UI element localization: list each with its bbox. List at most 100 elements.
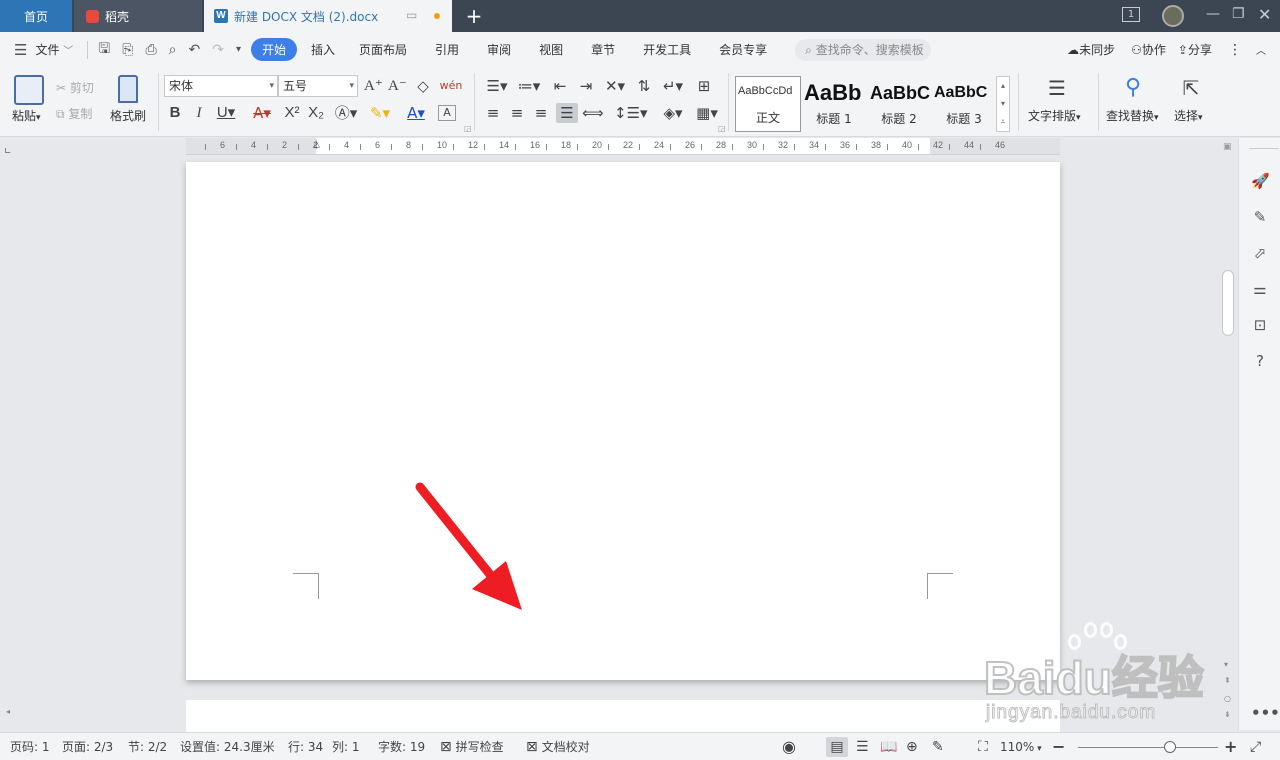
tab-home[interactable]: 首页 (0, 0, 72, 32)
redo-icon[interactable]: ↷ (206, 42, 230, 58)
ruler-toggle-icon[interactable]: ▣ (1223, 142, 1232, 152)
collapse-ribbon-icon[interactable]: ︿ (1256, 42, 1280, 57)
text-effect-icon[interactable]: Ⓐ▾ (334, 103, 358, 123)
chinese-layout-icon[interactable]: ✕▾ (602, 76, 628, 96)
more-vertical-icon[interactable]: ⋮ (1218, 42, 1256, 58)
fullscreen-icon[interactable]: ⤢ (1250, 733, 1261, 760)
undo-icon[interactable]: ↶ (182, 42, 206, 58)
restore-icon[interactable]: ❐ (1232, 6, 1245, 22)
outline-view-icon[interactable]: ☰ (856, 733, 869, 760)
eraser-icon[interactable]: ◇ (414, 76, 432, 96)
document-page[interactable] (186, 162, 1060, 680)
cut-button[interactable]: ✂ 剪切 (56, 79, 94, 96)
format-painter-button[interactable]: 格式刷 (110, 107, 146, 124)
italic-icon[interactable]: I (190, 103, 208, 123)
numbered-list-icon[interactable]: ≔▾ (516, 76, 542, 96)
output-icon[interactable]: ⎘ (116, 42, 139, 58)
phonetic-guide-icon[interactable]: wén (438, 76, 464, 96)
show-marks-icon[interactable]: ↵▾ (660, 76, 686, 96)
new-tab-button[interactable]: + (464, 3, 484, 29)
decrease-indent-icon[interactable]: ⇤ (550, 76, 570, 96)
shrink-font-icon[interactable]: A⁻ (388, 76, 407, 96)
indent-marker-icon[interactable]: ⏃ (312, 138, 321, 151)
highlight-icon[interactable]: ✎▾ (368, 103, 392, 123)
align-left-icon[interactable]: ≡ (484, 103, 502, 123)
tab-document[interactable]: W 新建 DOCX 文档 (2).docx ▭ (204, 0, 452, 32)
write-mode-icon[interactable]: ✎ (932, 733, 944, 760)
command-search-input[interactable]: ⌕ 查找命令、搜索模板 (795, 38, 932, 61)
bullet-list-icon[interactable]: ☰▾ (484, 76, 510, 96)
cursor-icon[interactable]: ⬀ (1251, 244, 1269, 262)
align-center-icon[interactable]: ≡ (508, 103, 526, 123)
table-icon[interactable]: ⊞ (694, 76, 714, 96)
scrollbar-thumb[interactable] (1222, 270, 1234, 336)
tab-insert[interactable]: 插入 (301, 41, 345, 58)
rocket-icon[interactable]: 🚀 (1251, 172, 1270, 190)
strikethrough-icon[interactable]: A▾ (250, 103, 274, 123)
more-horizontal-icon[interactable]: ••• (1251, 704, 1280, 722)
help-icon[interactable]: ? (1251, 352, 1269, 370)
next-page-icon[interactable]: ⇟ (1224, 710, 1231, 719)
sync-button[interactable]: ☁未同步 (1057, 41, 1125, 58)
bold-icon[interactable]: B (166, 103, 184, 123)
zoom-slider-knob[interactable] (1164, 741, 1177, 753)
section-count[interactable]: 节: 2/2 (128, 733, 167, 760)
print-preview-icon[interactable]: ⌕ (163, 42, 183, 58)
zoom-slider-track[interactable] (1078, 747, 1218, 748)
font-size-select[interactable]: 五号 ▾ (278, 75, 358, 97)
tab-view[interactable]: 视图 (525, 41, 577, 58)
borders-icon[interactable]: ▦▾ (694, 103, 720, 123)
pen-icon[interactable]: ✎ (1251, 208, 1269, 226)
zoom-in-button[interactable]: + (1224, 733, 1237, 760)
prev-page-icon[interactable]: ⇞ (1224, 676, 1231, 685)
grow-font-icon[interactable]: A⁺ (364, 76, 383, 96)
tab-developer[interactable]: 开发工具 (629, 41, 705, 58)
collapse-icon[interactable]: ◂ (6, 707, 10, 716)
paragraph-dialog-icon[interactable]: ◲ (718, 124, 726, 133)
close-icon[interactable]: ✕ (1258, 5, 1271, 24)
char-border-icon[interactable]: A (438, 105, 456, 121)
align-right-icon[interactable]: ≡ (532, 103, 550, 123)
page-view-icon[interactable]: ▤ (826, 737, 848, 757)
tab-daoke[interactable]: 稻壳 (74, 0, 202, 32)
style-heading1[interactable]: AaBb 标题 1 (802, 76, 866, 132)
reading-view-icon[interactable]: 📖 (880, 733, 897, 760)
file-menu[interactable]: 文件 ﹀ (33, 41, 83, 58)
tab-review[interactable]: 审阅 (473, 41, 525, 58)
print-icon[interactable]: ⎙ (139, 42, 162, 58)
document-page-next[interactable] (186, 700, 1060, 732)
page-number[interactable]: 页码: 1 (10, 733, 50, 760)
underline-icon[interactable]: U▾ (214, 103, 238, 123)
save-icon[interactable]: 🖫 (92, 38, 116, 62)
styles-scroll[interactable]: ▴ ▾ ⩡ (996, 76, 1010, 132)
fit-page-icon[interactable]: ⛶ (978, 733, 988, 760)
style-heading2[interactable]: AaBbC 标题 2 (868, 76, 930, 132)
cursor-select-icon[interactable]: ⇱ (1180, 75, 1202, 101)
text-layout-icon[interactable]: ☰ (1044, 75, 1070, 101)
copy-button[interactable]: ⧉ 复制 (56, 105, 92, 122)
select-button[interactable]: 选择▾ (1174, 107, 1203, 124)
find-replace-icon[interactable]: ⚲ (1120, 75, 1146, 101)
doc-proof-button[interactable]: ⊠ 文档校对 (526, 733, 590, 760)
font-dialog-icon[interactable]: ◲ (464, 124, 472, 133)
horizontal-ruler[interactable]: 6 4 2 2 4 6 8 10 12 14 16 18 20 22 24 26 28 30 32 34 36 38 40 4… (186, 138, 1060, 155)
zoom-out-button[interactable]: − (1052, 733, 1065, 760)
find-replace-button[interactable]: 查找替换▾ (1106, 107, 1159, 124)
tab-start[interactable]: 开始 (250, 38, 297, 61)
paste-button[interactable]: 粘贴▾ (12, 107, 41, 124)
paintbrush-icon[interactable] (118, 75, 138, 103)
vertical-scrollbar[interactable]: ▣ ▾ ⇞ ○ ⇟ (1220, 138, 1237, 730)
window-count-icon[interactable]: 1 (1122, 7, 1140, 22)
sort-icon[interactable]: ⇅ (634, 76, 654, 96)
style-normal[interactable]: AaBbCcDd 正文 (735, 76, 801, 132)
line-number[interactable]: 行: 34 (288, 733, 323, 760)
clipboard-icon[interactable] (14, 75, 44, 105)
font-color-icon[interactable]: A▾ (404, 103, 428, 123)
web-view-icon[interactable]: ⊕ (906, 733, 918, 760)
font-name-select[interactable]: 宋体 ▾ (164, 75, 278, 97)
share-button[interactable]: ⇪分享 (1172, 41, 1218, 58)
hamburger-icon[interactable]: ☰ (0, 41, 33, 59)
avatar[interactable] (1162, 5, 1184, 27)
backup-icon[interactable]: ⊡ (1251, 316, 1269, 334)
page-count[interactable]: 页面: 2/3 (62, 733, 113, 760)
